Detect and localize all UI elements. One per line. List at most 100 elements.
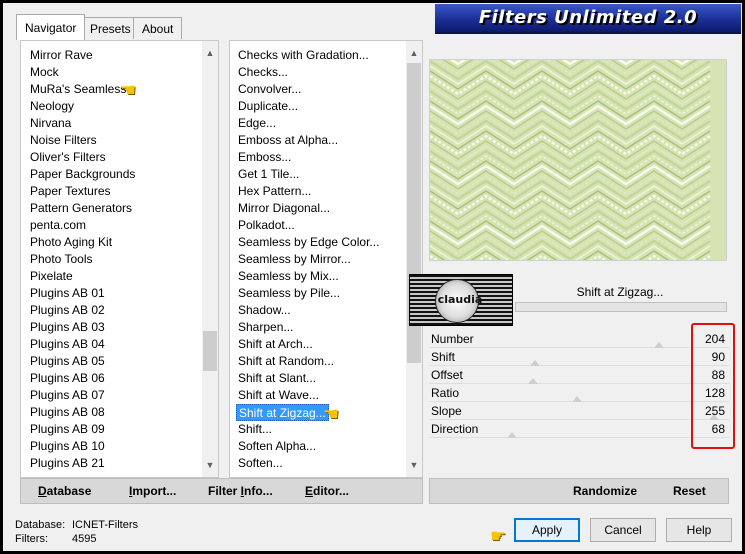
category-item[interactable]: Plugins AB 06: [28, 370, 107, 387]
filter-info-label-pre: Filter: [208, 484, 241, 498]
filter-item[interactable]: Mirror Diagonal...: [236, 200, 332, 217]
category-item[interactable]: Oliver's Filters: [28, 149, 108, 166]
filter-item[interactable]: Shift at Arch...: [236, 336, 315, 353]
filter-item[interactable]: Emboss...: [236, 149, 293, 166]
category-item[interactable]: Noise Filters: [28, 132, 99, 149]
tab-about[interactable]: About: [133, 17, 183, 39]
category-item[interactable]: Paper Backgrounds: [28, 166, 137, 183]
category-item[interactable]: Plugins AB 03: [28, 319, 107, 336]
param-slider-direction[interactable]: Direction 68: [429, 420, 729, 438]
scroll-down-icon[interactable]: ▼: [202, 457, 218, 473]
filter-item[interactable]: Convolver...: [236, 81, 303, 98]
filter-item[interactable]: Shift at Wave...: [236, 387, 321, 404]
filter-scrollbar[interactable]: ▲ ▼: [406, 41, 422, 477]
pointing-hand-icon: ☛: [490, 526, 507, 546]
category-item[interactable]: Photo Aging Kit: [28, 234, 114, 251]
filter-item[interactable]: Seamless by Mix...: [236, 268, 341, 285]
filter-info-button[interactable]: Filter Info...: [208, 484, 273, 498]
category-item[interactable]: MuRa's Seamless: [28, 81, 128, 98]
category-scroll-thumb[interactable]: [203, 331, 217, 371]
param-label: Direction: [431, 422, 479, 436]
scroll-up-icon[interactable]: ▲: [406, 45, 422, 61]
left-toolbar: Database Import... Filter Info... Editor…: [20, 478, 423, 504]
filter-item[interactable]: Duplicate...: [236, 98, 300, 115]
category-item[interactable]: Nirvana: [28, 115, 73, 132]
filter-item[interactable]: Soften Alpha...: [236, 438, 318, 455]
scroll-up-icon[interactable]: ▲: [202, 45, 218, 61]
apply-button[interactable]: Apply: [514, 518, 580, 542]
zigzag-preview-pattern: [430, 60, 711, 260]
category-item[interactable]: Plugins AB 21: [28, 455, 107, 472]
param-label: Number: [431, 332, 474, 346]
category-scrollbar[interactable]: ▲ ▼: [202, 41, 218, 477]
slider-track[interactable]: [429, 437, 729, 438]
category-item[interactable]: Plugins AB 01: [28, 285, 107, 302]
editor-button[interactable]: Editor...: [305, 484, 349, 498]
filter-item[interactable]: Checks with Gradation...: [236, 47, 371, 64]
category-item[interactable]: Pixelate: [28, 268, 75, 285]
filter-item[interactable]: Shift at Random...: [236, 353, 336, 370]
category-item[interactable]: Mirror Rave: [28, 47, 95, 64]
filter-item[interactable]: Shift at Slant...: [236, 370, 318, 387]
editor-accel: E: [305, 484, 314, 498]
category-item[interactable]: Plugins AB 10: [28, 438, 107, 455]
category-item[interactable]: Plugins AB 09: [28, 421, 107, 438]
current-filter-name: Shift at Zigzag...: [576, 285, 664, 299]
param-slider-number[interactable]: Number 204: [429, 330, 729, 348]
category-item[interactable]: Plugins AB 04: [28, 336, 107, 353]
filter-item[interactable]: Soften...: [236, 455, 285, 472]
database-button[interactable]: Database: [38, 484, 91, 498]
category-list[interactable]: Mirror Rave Mock MuRa's Seamless Neology Nir…: [20, 40, 219, 478]
cancel-button[interactable]: Cancel: [590, 518, 656, 542]
filter-item[interactable]: Get 1 Tile...: [236, 166, 301, 183]
slider-knob[interactable]: [507, 432, 517, 438]
param-slider-shift[interactable]: Shift 90: [429, 348, 729, 366]
filter-item[interactable]: Hex Pattern...: [236, 183, 313, 200]
tab-navigator[interactable]: Navigator: [16, 14, 86, 40]
database-status-value: ICNET-Filters: [72, 519, 138, 531]
category-item[interactable]: Plugins AB 07: [28, 387, 107, 404]
category-item[interactable]: Plugins AB 05: [28, 353, 107, 370]
category-item[interactable]: Plugins AB 02: [28, 302, 107, 319]
category-item[interactable]: Pattern Generators: [28, 200, 134, 217]
pointing-hand-icon: ☚: [120, 80, 137, 100]
category-item[interactable]: Neology: [28, 98, 76, 115]
watermark-text: claudia: [437, 293, 483, 306]
filter-item[interactable]: Seamless by Mirror...: [236, 251, 353, 268]
database-status-label: Database:: [15, 519, 66, 531]
database-accel: D: [38, 484, 47, 498]
filters-count-label: Filters:: [15, 533, 48, 545]
param-slider-ratio[interactable]: Ratio 128: [429, 384, 729, 402]
watermark-logo: claudia: [409, 274, 513, 326]
filter-item[interactable]: Polkadot...: [236, 217, 297, 234]
reset-button[interactable]: Reset: [673, 484, 706, 498]
param-slider-offset[interactable]: Offset 88: [429, 366, 729, 384]
filter-item[interactable]: Shadow...: [236, 302, 293, 319]
category-item[interactable]: Paper Textures: [28, 183, 113, 200]
param-slider-slope[interactable]: Slope 255: [429, 402, 729, 420]
category-item[interactable]: Mock: [28, 64, 61, 81]
filter-item[interactable]: Edge...: [236, 115, 278, 132]
category-item[interactable]: Plugins AB 08: [28, 404, 107, 421]
right-toolbar: Randomize Reset: [429, 478, 729, 504]
filter-item[interactable]: Sharpen...: [236, 319, 295, 336]
values-highlight-box: [691, 323, 735, 449]
scroll-down-icon[interactable]: ▼: [406, 457, 422, 473]
randomize-button[interactable]: Randomize: [573, 484, 637, 498]
filter-item[interactable]: Shift...: [236, 421, 274, 438]
filters-count-value: 4595: [72, 533, 97, 545]
import-button[interactable]: Import...: [129, 484, 176, 498]
category-item[interactable]: penta.com: [28, 217, 88, 234]
filter-progress-bar: [515, 302, 727, 312]
title-banner: Filters Unlimited 2.0: [435, 4, 741, 34]
filter-item[interactable]: Checks...: [236, 64, 290, 81]
filter-item[interactable]: Shift at Zigzag...: [236, 404, 329, 421]
filter-item[interactable]: Seamless by Pile...: [236, 285, 342, 302]
category-item[interactable]: Photo Tools: [28, 251, 95, 268]
database-label-post: atabase: [46, 484, 92, 498]
filter-item[interactable]: Emboss at Alpha...: [236, 132, 340, 149]
tab-presets[interactable]: Presets: [81, 17, 140, 39]
preview-image: [429, 59, 727, 261]
help-button[interactable]: Help: [666, 518, 732, 542]
filter-item[interactable]: Seamless by Edge Color...: [236, 234, 381, 251]
